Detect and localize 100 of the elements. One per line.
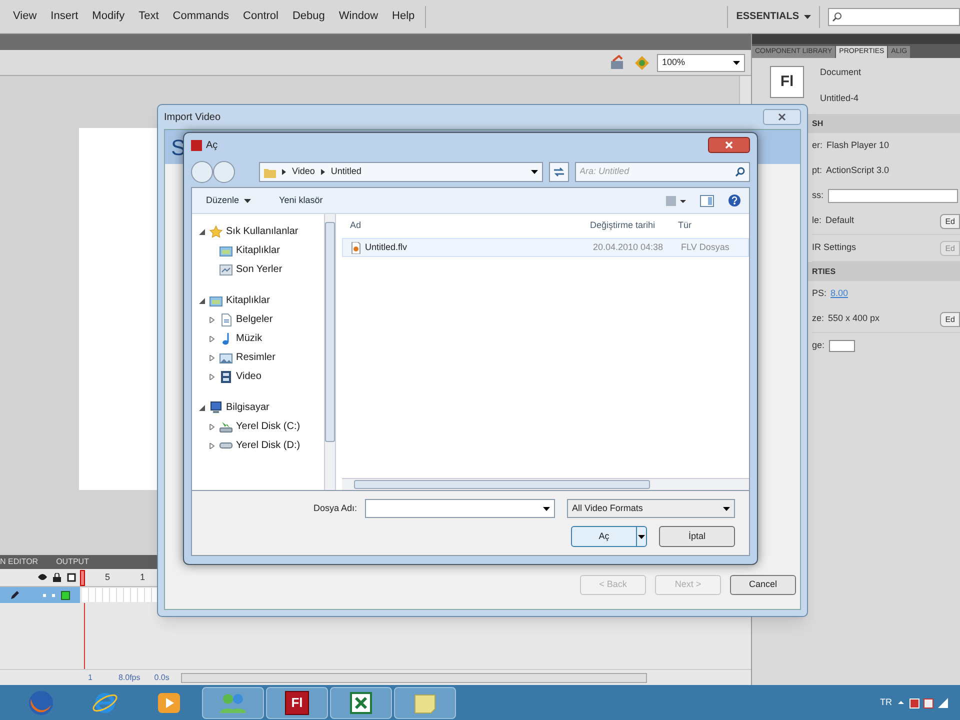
menu-item[interactable]: Text xyxy=(138,8,159,25)
outline-square-icon[interactable] xyxy=(67,573,76,582)
workspace-label: ESSENTIALS xyxy=(736,10,799,24)
menu-item[interactable]: Debug xyxy=(292,8,325,25)
drive-icon xyxy=(219,442,233,449)
scrollbar-thumb[interactable] xyxy=(325,222,335,442)
library-icon xyxy=(209,294,223,308)
back-button[interactable] xyxy=(191,161,213,183)
collapsed-arrow-icon[interactable] xyxy=(209,354,215,360)
address-bar[interactable]: Video Untitled xyxy=(259,162,543,182)
expanded-arrow-icon[interactable] xyxy=(199,404,205,410)
menu-item[interactable]: Commands xyxy=(172,8,230,25)
menu-item[interactable]: Insert xyxy=(50,8,78,25)
workspace-switcher[interactable]: ESSENTIALS xyxy=(727,6,820,28)
menu-item[interactable]: View xyxy=(13,8,37,25)
menu-item[interactable]: Window xyxy=(338,8,378,25)
taskbar-app[interactable] xyxy=(330,686,392,718)
edit-button[interactable]: Ed xyxy=(940,214,960,228)
file-type-dropdown[interactable]: All Video Formats xyxy=(567,499,735,518)
tree-item[interactable]: Resimler xyxy=(236,350,276,365)
edit-symbol-icon[interactable] xyxy=(633,54,651,70)
help-icon[interactable] xyxy=(728,194,741,207)
breadcrumb-arrow-icon xyxy=(320,169,325,175)
status-text: 0.0s xyxy=(154,672,170,684)
view-options-icon[interactable] xyxy=(666,196,686,206)
taskbar-app[interactable] xyxy=(394,686,456,718)
refresh-button[interactable] xyxy=(548,162,569,182)
property-value: ActionScript 3.0 xyxy=(826,164,890,177)
close-button[interactable] xyxy=(708,137,750,153)
breadcrumb-item[interactable]: Untitled xyxy=(330,165,362,179)
file-name: Untitled.flv xyxy=(364,240,408,254)
edit-button[interactable]: Ed xyxy=(940,312,960,326)
tree-item[interactable]: Video xyxy=(236,369,262,384)
status-text: 8.0fps xyxy=(118,672,140,684)
toolbar-button[interactable]: Yeni klasör xyxy=(279,194,323,208)
filename-field[interactable] xyxy=(365,499,555,518)
eye-icon[interactable] xyxy=(38,573,47,581)
collapsed-arrow-icon[interactable] xyxy=(209,336,215,342)
horizontal-scrollbar[interactable] xyxy=(181,672,648,682)
dismiss-button[interactable]: İptal xyxy=(659,526,735,547)
spreadsheet-icon xyxy=(349,690,373,714)
lock-icon[interactable] xyxy=(53,573,61,582)
document-icon xyxy=(219,312,233,326)
collapsed-arrow-icon[interactable] xyxy=(209,442,215,448)
property-label: IR Settings xyxy=(812,241,856,254)
caret-icon xyxy=(638,534,645,538)
column-header[interactable]: Tür xyxy=(678,219,692,233)
computer-icon xyxy=(209,400,223,414)
picture-icon xyxy=(219,350,233,364)
vertical-scrollbar[interactable] xyxy=(324,214,336,490)
search-icon xyxy=(832,12,842,22)
tree-item[interactable]: Kitaplıklar xyxy=(226,293,270,308)
panel-tab[interactable]: N EDITOR xyxy=(0,556,38,568)
column-header[interactable]: Ad xyxy=(350,219,590,233)
tree-item[interactable]: Yerel Disk (C:) xyxy=(236,419,300,434)
panel-tab[interactable]: OUTPUT xyxy=(56,556,89,568)
expanded-arrow-icon[interactable] xyxy=(199,228,205,234)
horizontal-scrollbar[interactable] xyxy=(342,478,749,490)
tree-item[interactable]: Belgeler xyxy=(236,312,273,327)
forward-button[interactable] xyxy=(213,161,235,183)
play-icon xyxy=(157,690,181,714)
breadcrumb-item[interactable]: Video xyxy=(292,165,315,179)
tree-item[interactable]: Son Yerler xyxy=(236,262,282,277)
caret-icon xyxy=(530,170,538,174)
expanded-arrow-icon[interactable] xyxy=(199,298,205,304)
dialog-title: Import Video xyxy=(164,110,221,124)
property-value: Flash Player 10 xyxy=(826,138,890,152)
playhead-marker[interactable] xyxy=(80,570,85,586)
layer-outline-square[interactable] xyxy=(61,590,70,600)
scrollbar-thumb[interactable] xyxy=(354,480,650,489)
collapsed-arrow-icon[interactable] xyxy=(209,374,215,380)
tree-item[interactable]: Müzik xyxy=(236,331,262,346)
document-type: Document xyxy=(820,66,862,79)
column-header[interactable]: Değiştirme tarihi xyxy=(590,219,670,233)
file-row[interactable]: Untitled.flv 20.04.2010 04:38 FLV Dosyas xyxy=(342,238,749,257)
wizard-button[interactable]: Cancel xyxy=(730,575,796,595)
property-label: ss: xyxy=(812,188,824,202)
tree-item[interactable]: Sık Kullanılanlar xyxy=(226,224,298,239)
tree-item[interactable]: Yerel Disk (D:) xyxy=(236,438,300,453)
star-icon xyxy=(209,224,223,238)
tree-item[interactable]: Bilgisayar xyxy=(226,400,270,415)
search-field[interactable] xyxy=(828,8,960,26)
close-button[interactable] xyxy=(763,109,801,125)
taskbar-app[interactable]: Fl xyxy=(266,686,328,718)
collapsed-arrow-icon[interactable] xyxy=(209,424,215,430)
zoom-dropdown[interactable]: 100% xyxy=(657,54,745,72)
language-indicator[interactable]: TR xyxy=(880,696,892,710)
property-label: ge: xyxy=(812,338,825,352)
caret-icon xyxy=(723,506,730,510)
text-field[interactable] xyxy=(828,188,958,202)
collapsed-arrow-icon[interactable] xyxy=(209,316,215,322)
preview-pane-icon[interactable] xyxy=(700,194,714,206)
layer-row[interactable] xyxy=(0,587,80,603)
menu-item[interactable]: Control xyxy=(243,8,278,25)
toolbar-button[interactable]: Düzenle xyxy=(206,194,252,208)
color-swatch[interactable] xyxy=(828,340,855,352)
open-split-button[interactable]: Aç xyxy=(571,526,647,547)
tree-item[interactable]: Kitaplıklar xyxy=(236,243,280,258)
menu-item[interactable]: Modify xyxy=(92,8,125,25)
menu-item[interactable]: Help xyxy=(392,8,415,25)
